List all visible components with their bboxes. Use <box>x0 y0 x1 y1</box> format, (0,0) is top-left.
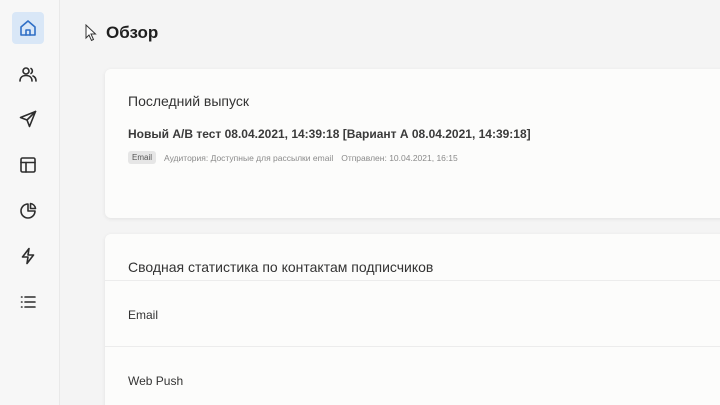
issue-sent-time: Отправлен: 10.04.2021, 16:15 <box>341 152 458 163</box>
home-icon <box>20 20 36 36</box>
nav-templates[interactable] <box>12 149 44 181</box>
pie-chart-icon <box>20 202 37 219</box>
users-icon <box>19 67 37 82</box>
channel-badge: Email <box>128 151 157 164</box>
sidebar <box>0 0 60 405</box>
nav-lists[interactable] <box>12 286 44 318</box>
nav-home[interactable] <box>12 12 44 44</box>
issue-audience: Аудитория: Доступные для рассылки email <box>164 152 334 163</box>
nav-contacts[interactable] <box>12 58 44 90</box>
lightning-icon <box>21 247 35 265</box>
layout-icon <box>20 157 36 173</box>
summary-card: Сводная статистика по контактам подписчи… <box>105 234 720 405</box>
page-header: Обзор <box>84 20 158 46</box>
summary-row-web-push: Web Push <box>128 374 184 388</box>
send-icon <box>19 110 37 128</box>
cursor-pointer-icon <box>85 24 97 42</box>
nav-campaigns[interactable] <box>12 103 44 135</box>
list-icon <box>20 296 36 308</box>
issue-meta: Email Аудитория: Доступные для рассылки … <box>128 151 458 164</box>
summary-row-email: Email <box>128 308 159 322</box>
page-title: Обзор <box>106 23 159 42</box>
summary-title: Сводная статистика по контактам подписчи… <box>128 259 434 275</box>
issue-name-link[interactable]: Новый A/B тест 08.04.2021, 14:39:18 [Вар… <box>128 127 531 141</box>
nav-automation[interactable] <box>12 240 44 272</box>
nav-reports[interactable] <box>12 195 44 227</box>
last-issue-card: Последний выпуск Новый A/B тест 08.04.20… <box>105 69 720 218</box>
divider <box>105 346 720 347</box>
last-issue-title: Последний выпуск <box>128 93 249 109</box>
divider <box>105 280 720 281</box>
